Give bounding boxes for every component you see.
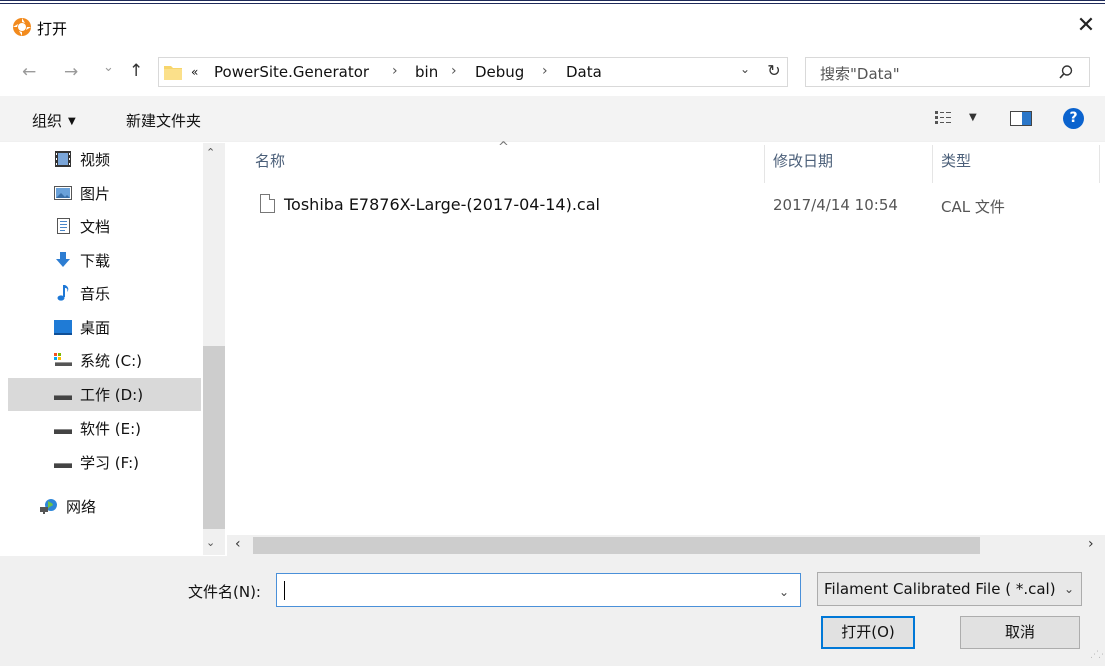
nav-item-label: 音乐 xyxy=(80,285,111,303)
nav-item-desktop[interactable]: 桌面 xyxy=(8,311,201,344)
address-dropdown-icon[interactable]: ⌄ xyxy=(740,62,750,76)
window-title: 打开 xyxy=(37,20,68,38)
back-arrow-icon[interactable]: ← xyxy=(22,62,36,82)
file-name: Toshiba E7876X-Large-(2017-04-14).cal xyxy=(284,195,600,214)
folder-icon xyxy=(164,66,182,80)
file-icon xyxy=(260,194,275,213)
nav-item-label: 文档 xyxy=(80,218,111,236)
nav-item-videos[interactable]: 视频 xyxy=(8,143,201,176)
music-icon xyxy=(57,285,69,301)
chevron-down-icon: ⌄ xyxy=(1064,582,1075,596)
cancel-button[interactable]: 取消 xyxy=(960,616,1080,649)
sort-ascending-icon: ^ xyxy=(498,140,509,155)
nav-item-label: 软件 (E:) xyxy=(80,420,142,438)
new-folder-button[interactable]: 新建文件夹 xyxy=(126,110,201,131)
drive-icon xyxy=(54,429,72,434)
nav-item-label: 视频 xyxy=(80,151,111,169)
column-header-name[interactable]: 名称 xyxy=(255,150,285,171)
column-header-modified[interactable]: 修改日期 xyxy=(773,150,833,171)
window-top-border xyxy=(0,0,1105,1)
preview-pane-icon[interactable] xyxy=(1010,111,1032,126)
filename-dropdown-icon[interactable]: ⌄ xyxy=(779,585,789,599)
drive-icon xyxy=(54,395,72,400)
nav-item-label: 桌面 xyxy=(80,319,111,337)
search-input[interactable]: 搜索"Data" xyxy=(820,63,900,84)
breadcrumb-separator-icon[interactable]: › xyxy=(451,63,457,79)
help-icon[interactable]: ? xyxy=(1063,108,1084,129)
column-divider[interactable] xyxy=(932,145,933,183)
nav-item-label: 下载 xyxy=(80,252,111,270)
breadcrumb-separator-icon[interactable]: › xyxy=(542,63,548,79)
refresh-icon[interactable]: ↻ xyxy=(763,58,785,84)
documents-icon xyxy=(57,218,70,234)
address-bar[interactable]: « PowerSite.Generator › bin › Debug › Da… xyxy=(158,57,788,87)
scroll-up-icon[interactable]: ⌃ xyxy=(206,146,215,159)
scroll-right-icon[interactable]: › xyxy=(1088,536,1094,552)
recent-locations-icon[interactable]: ⌄ xyxy=(103,60,114,75)
file-list-item[interactable]: Toshiba E7876X-Large-(2017-04-14).cal 20… xyxy=(252,189,1072,221)
scroll-left-icon[interactable]: ‹ xyxy=(235,536,241,552)
nav-item-label: 学习 (F:) xyxy=(80,454,139,472)
nav-item-label: 网络 xyxy=(66,498,97,516)
organize-dropdown-icon: ▼ xyxy=(68,116,76,127)
file-modified-date: 2017/4/14 10:54 xyxy=(773,196,898,214)
nav-item-network[interactable]: 网络 xyxy=(8,490,201,523)
file-type-filter: Filament Calibrated File ( *.cal) xyxy=(824,580,1056,598)
nav-item-drive-c[interactable]: 系统 (C:) xyxy=(8,344,201,377)
file-type: CAL 文件 xyxy=(941,198,1005,216)
breadcrumb-item[interactable]: Debug xyxy=(475,63,524,81)
breadcrumb-item[interactable]: bin xyxy=(415,63,438,81)
nav-item-music[interactable]: 音乐 xyxy=(8,277,201,310)
close-icon[interactable]: ✕ xyxy=(1074,14,1098,38)
breadcrumb-separator-icon[interactable]: › xyxy=(392,63,398,79)
breadcrumb-item[interactable]: PowerSite.Generator xyxy=(214,63,369,81)
title-bar: 打开 ✕ xyxy=(0,4,1105,50)
forward-arrow-icon[interactable]: → xyxy=(64,62,78,82)
column-divider[interactable] xyxy=(764,145,765,183)
breadcrumb-item[interactable]: Data xyxy=(566,63,602,81)
nav-item-label: 图片 xyxy=(80,185,111,203)
horizontal-scrollbar-thumb[interactable] xyxy=(253,537,980,554)
app-logo-icon xyxy=(13,18,31,36)
search-box[interactable]: 搜索"Data" xyxy=(805,57,1090,87)
open-button[interactable]: 打开(O) xyxy=(821,616,915,649)
breadcrumb-overflow-icon[interactable]: « xyxy=(191,65,198,79)
scroll-down-icon[interactable]: ⌄ xyxy=(206,536,215,549)
organize-label: 组织 xyxy=(32,112,63,130)
resize-grip-icon[interactable]: ⋰⋰ xyxy=(1090,650,1105,660)
system-drive-icon xyxy=(54,353,72,366)
filename-label: 文件名(N): xyxy=(188,583,261,601)
drive-icon xyxy=(54,463,72,468)
search-icon[interactable] xyxy=(1058,64,1074,80)
nav-item-label: 系统 (C:) xyxy=(80,352,142,370)
file-type-select[interactable]: Filament Calibrated File ( *.cal) ⌄ xyxy=(817,572,1082,606)
network-icon xyxy=(40,499,57,514)
nav-item-downloads[interactable]: 下载 xyxy=(8,244,201,277)
up-arrow-icon[interactable]: ↑ xyxy=(129,61,143,81)
pictures-icon xyxy=(54,186,72,200)
column-divider[interactable] xyxy=(1099,145,1100,183)
nav-item-drive-f[interactable]: 学习 (F:) xyxy=(8,446,201,479)
video-icon xyxy=(55,151,71,167)
nav-scrollbar-thumb[interactable] xyxy=(203,346,225,529)
desktop-icon xyxy=(54,320,72,335)
nav-item-drive-e[interactable]: 软件 (E:) xyxy=(8,412,201,445)
nav-item-documents[interactable]: 文档 xyxy=(8,210,201,243)
command-toolbar: 组织 ▼ 新建文件夹 ▼ ? xyxy=(0,96,1105,142)
nav-item-pictures[interactable]: 图片 xyxy=(8,177,201,210)
text-caret xyxy=(284,581,285,600)
view-options-icon[interactable] xyxy=(935,110,953,126)
filename-input[interactable] xyxy=(276,573,801,607)
download-icon xyxy=(56,252,70,267)
nav-item-drive-d[interactable]: 工作 (D:) xyxy=(8,378,201,411)
organize-button[interactable]: 组织 ▼ xyxy=(32,110,76,131)
column-header-type[interactable]: 类型 xyxy=(941,150,971,171)
nav-item-label: 工作 (D:) xyxy=(80,386,144,404)
view-dropdown-icon[interactable]: ▼ xyxy=(969,112,977,123)
